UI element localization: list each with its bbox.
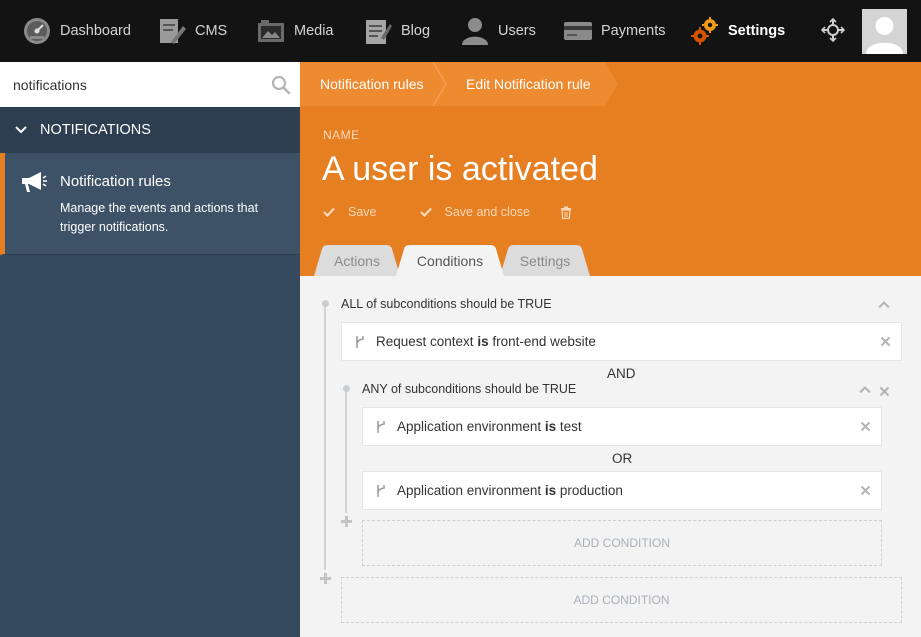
save-label: Save <box>348 205 377 219</box>
sub-node-dot <box>343 385 350 392</box>
condition-value: front-end website <box>492 334 596 349</box>
remove-condition-close-icon[interactable] <box>860 485 871 496</box>
nav-cms-label: CMS <box>195 23 228 39</box>
check-icon <box>419 207 432 218</box>
media-camera-icon <box>256 16 286 46</box>
sidebar-item-title: Notification rules <box>60 173 171 190</box>
condition-app-env-test[interactable]: Application environment is test <box>362 407 882 446</box>
add-subgroup-plus-icon[interactable] <box>340 515 353 528</box>
main-panel: Notification rules Edit Notification rul… <box>300 62 921 637</box>
save-and-close-button[interactable]: Save and close <box>419 205 530 219</box>
root-node-dot <box>322 300 329 307</box>
section-title: NOTIFICATIONS <box>40 122 151 138</box>
condition-subject: Application environment <box>397 419 542 434</box>
chevron-down-icon <box>15 126 27 134</box>
delete-button[interactable] <box>560 206 572 219</box>
condition-value: production <box>559 483 623 498</box>
condition-subject: Request context <box>376 334 474 349</box>
save-and-close-label: Save and close <box>444 205 530 219</box>
search-icon[interactable] <box>271 75 291 95</box>
condition-value: test <box>559 419 582 434</box>
root-group-label: ALL of subconditions should be TRUE <box>341 297 552 311</box>
condition-operator: is <box>477 334 489 349</box>
nav-users[interactable]: Users <box>460 0 536 62</box>
nav-blog[interactable]: Blog <box>363 0 430 62</box>
remove-group-close-icon[interactable] <box>879 386 890 397</box>
megaphone-icon <box>22 172 47 192</box>
nav-settings-label: Settings <box>728 23 786 39</box>
breadcrumb: Notification rules Edit Notification rul… <box>300 62 921 106</box>
branch-icon <box>377 484 385 497</box>
users-person-icon <box>460 16 490 46</box>
breadcrumb-edit-rule[interactable]: Edit Notification rule <box>466 62 591 106</box>
or-operator-label: OR <box>612 451 633 466</box>
nav-media-label: Media <box>294 23 334 39</box>
branch-icon <box>377 420 385 433</box>
nav-dashboard-label: Dashboard <box>60 23 131 39</box>
sidebar-search <box>0 62 300 107</box>
tab-settings[interactable]: Settings <box>500 245 590 276</box>
breadcrumb-notification-rules[interactable]: Notification rules <box>320 62 424 106</box>
settings-gears-icon <box>690 16 720 46</box>
rule-title[interactable]: A user is activated <box>322 150 598 189</box>
condition-operator: is <box>544 483 557 498</box>
avatar-person-icon <box>862 9 907 54</box>
save-button[interactable]: Save <box>322 205 377 219</box>
sub-group-label: ANY of subconditions should be TRUE <box>362 382 577 396</box>
rule-actions: Save Save and close <box>322 203 572 221</box>
condition-operator: is <box>544 419 557 434</box>
rule-header: Notification rules Edit Notification rul… <box>300 62 921 276</box>
dashboard-gauge-icon <box>22 16 52 46</box>
condition-request-context[interactable]: Request context is front-end website <box>341 322 902 361</box>
tab-conditions[interactable]: Conditions <box>396 245 504 276</box>
top-navigation: Dashboard CMS Media Blog Users Payments <box>0 0 921 62</box>
section-header-notifications[interactable]: NOTIFICATIONS <box>0 107 300 153</box>
tab-actions-label: Actions <box>334 252 380 269</box>
and-operator-label: AND <box>607 366 636 381</box>
add-group-plus-icon[interactable] <box>319 572 332 585</box>
user-avatar[interactable] <box>862 9 907 54</box>
nav-users-label: Users <box>498 23 536 39</box>
nav-payments-label: Payments <box>601 23 666 39</box>
tab-settings-label: Settings <box>519 252 571 269</box>
add-condition-root-button[interactable]: ADD CONDITION <box>341 577 902 623</box>
conditions-editor: ALL of subconditions should be TRUE Requ… <box>300 276 921 637</box>
move-arrows-icon[interactable] <box>820 17 846 43</box>
sidebar-item-notification-rules[interactable]: Notification rules Manage the events and… <box>0 153 300 255</box>
remove-condition-close-icon[interactable] <box>880 336 891 347</box>
sidebar-item-description: Manage the events and actions that trigg… <box>60 201 259 234</box>
sub-tree-line <box>345 389 347 513</box>
condition-app-env-production[interactable]: Application environment is production <box>362 471 882 510</box>
trash-icon <box>560 206 571 219</box>
search-input[interactable] <box>0 62 260 107</box>
nav-cms[interactable]: CMS <box>157 0 227 62</box>
nav-blog-label: Blog <box>401 23 431 39</box>
payments-card-icon <box>563 16 593 46</box>
nav-dashboard[interactable]: Dashboard <box>22 0 131 62</box>
tab-actions[interactable]: Actions <box>314 245 400 276</box>
root-tree-line <box>324 304 326 570</box>
nav-payments[interactable]: Payments <box>563 0 665 62</box>
collapse-chevron-up-icon[interactable] <box>859 384 871 396</box>
collapse-chevron-up-icon[interactable] <box>878 299 890 311</box>
check-icon <box>323 207 335 218</box>
sidebar: NOTIFICATIONS Notification rules Manage … <box>0 62 300 637</box>
cms-document-icon <box>157 16 187 46</box>
condition-subject: Application environment <box>397 483 542 498</box>
blog-notepad-icon <box>363 16 393 46</box>
tab-conditions-label: Conditions <box>416 252 484 269</box>
remove-condition-close-icon[interactable] <box>860 421 871 432</box>
name-label: NAME <box>323 128 360 142</box>
nav-settings[interactable]: Settings <box>690 0 785 62</box>
add-condition-sub-button[interactable]: ADD CONDITION <box>362 520 882 566</box>
nav-media[interactable]: Media <box>256 0 334 62</box>
branch-icon <box>356 335 364 348</box>
